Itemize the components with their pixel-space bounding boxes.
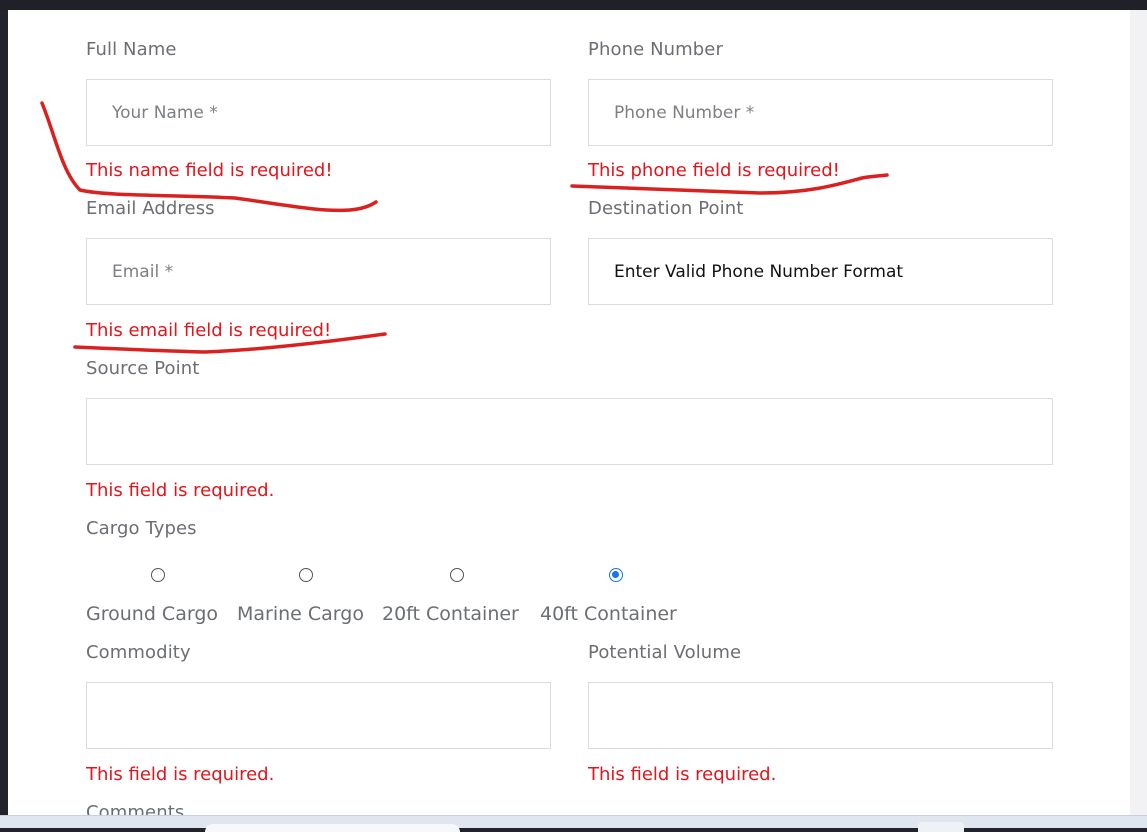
taskbar-item bbox=[918, 822, 964, 832]
radio-label-20ft-container: 20ft Container bbox=[382, 603, 519, 625]
full-name-error: This name field is required! bbox=[86, 160, 333, 181]
page-scroll-gutter bbox=[1130, 10, 1147, 815]
source-label: Source Point bbox=[86, 358, 200, 379]
radio-label-marine-cargo: Marine Cargo bbox=[237, 603, 364, 625]
cargo-types-label: Cargo Types bbox=[86, 518, 197, 539]
full-name-input[interactable] bbox=[86, 79, 551, 146]
phone-input[interactable] bbox=[588, 79, 1053, 146]
comments-label: Comments bbox=[86, 802, 185, 815]
radio-marine-cargo[interactable] bbox=[299, 568, 313, 582]
volume-label: Potential Volume bbox=[588, 642, 742, 663]
destination-label: Destination Point bbox=[588, 198, 744, 219]
phone-label: Phone Number bbox=[588, 39, 723, 60]
destination-input[interactable] bbox=[588, 238, 1053, 305]
source-error: This field is required. bbox=[86, 480, 275, 501]
window-top-bar bbox=[0, 0, 1147, 10]
email-error: This email field is required! bbox=[86, 320, 332, 341]
volume-input[interactable] bbox=[588, 682, 1053, 749]
taskbar-item bbox=[205, 824, 460, 832]
radio-ground-cargo[interactable] bbox=[151, 568, 165, 582]
radio-20ft-container[interactable] bbox=[450, 568, 464, 582]
quote-form-page: Full Name This name field is required! P… bbox=[8, 10, 1130, 815]
taskbar-edge bbox=[0, 815, 1147, 832]
source-input[interactable] bbox=[86, 398, 1053, 465]
radio-label-40ft-container: 40ft Container bbox=[540, 603, 677, 625]
phone-error: This phone field is required! bbox=[588, 160, 840, 181]
radio-40ft-container[interactable] bbox=[609, 568, 623, 582]
commodity-input[interactable] bbox=[86, 682, 551, 749]
volume-error: This field is required. bbox=[588, 764, 777, 785]
commodity-label: Commodity bbox=[86, 642, 191, 663]
radio-label-ground-cargo: Ground Cargo bbox=[86, 603, 218, 625]
email-label: Email Address bbox=[86, 198, 215, 219]
commodity-error: This field is required. bbox=[86, 764, 275, 785]
email-input[interactable] bbox=[86, 238, 551, 305]
full-name-label: Full Name bbox=[86, 39, 177, 60]
